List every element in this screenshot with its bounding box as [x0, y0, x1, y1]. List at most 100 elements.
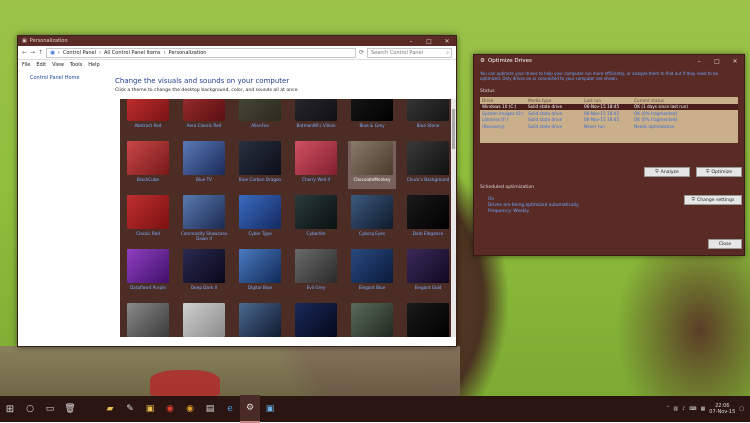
theme-item[interactable]: Hidden Waterfall: [348, 303, 396, 337]
table-row[interactable]: (Recovery) Solid state drive Never run N…: [480, 123, 738, 130]
address-input[interactable]: ▣ › Control Panel › All Control Panel It…: [46, 47, 356, 58]
edge-icon[interactable]: e: [220, 396, 240, 422]
breadcrumb-personalization[interactable]: Personalization: [169, 50, 207, 56]
theme-item[interactable]: Blue & Grey: [348, 99, 396, 135]
language-icon[interactable]: ▦: [701, 406, 706, 412]
theme-thumbnail: [183, 141, 225, 175]
theme-item[interactable]: Blue TV: [180, 141, 228, 189]
table-row[interactable]: Libraries (F:) Solid state drive 06-Nov-…: [480, 117, 738, 124]
network-icon[interactable]: ▥: [673, 406, 678, 412]
theme-thumbnail: [407, 249, 449, 283]
table-row[interactable]: Windows 10 (C:) Solid state drive 06-Nov…: [480, 103, 738, 110]
up-arrow-icon[interactable]: ↑: [38, 49, 43, 56]
theme-item[interactable]: Digital Blue: [236, 249, 284, 297]
theme-label: Cyber Type: [248, 231, 272, 236]
theme-item[interactable]: Cherry Well II: [292, 141, 340, 189]
theme-item[interactable]: Blue Carbon Dragon: [236, 141, 284, 189]
theme-label: ChocolateMonkey: [353, 177, 391, 182]
theme-item[interactable]: Dataflow4 Purple: [124, 249, 172, 297]
defrag-taskbar-icon[interactable]: ⚙: [240, 395, 260, 423]
theme-item[interactable]: Evil Grey: [292, 249, 340, 297]
menu-tools[interactable]: Tools: [70, 62, 82, 68]
theme-item[interactable]: AlienFox: [236, 99, 284, 135]
control-panel-taskbar-icon[interactable]: ▣: [260, 396, 280, 422]
breadcrumb-control-panel[interactable]: Control Panel: [63, 50, 96, 56]
analyze-button[interactable]: ⛨ Analyze: [644, 167, 690, 177]
theme-item[interactable]: Blue Stone: [404, 99, 452, 135]
chevron-up-icon[interactable]: ˄: [667, 406, 670, 412]
theme-thumbnail: [351, 249, 393, 283]
theme-thumbnail: [351, 99, 393, 121]
breadcrumb-all-items[interactable]: All Control Panel Items: [104, 50, 161, 56]
photos-icon[interactable]: ▤: [200, 396, 220, 422]
control-panel-home-link[interactable]: Control Panel Home: [30, 75, 80, 81]
od-close-x-button[interactable]: ✕: [726, 56, 744, 66]
search-input[interactable]: Search Control Panel ⌕: [367, 47, 452, 58]
gallery-scrollbar[interactable]: [451, 99, 456, 337]
theme-item[interactable]: HDBlue: [292, 303, 340, 337]
optimize-drives-window: ⚙ Optimize Drives – □ ✕ You can optimize…: [473, 54, 745, 256]
keyboard-icon[interactable]: ⌨: [689, 406, 696, 412]
theme-item[interactable]: Batman90's Villain: [292, 99, 340, 135]
back-arrow-icon[interactable]: ←: [22, 49, 27, 56]
theme-item[interactable]: Cyberlite: [292, 195, 340, 243]
theme-thumbnail: [183, 195, 225, 229]
paint-icon[interactable]: ✎: [120, 396, 140, 422]
file-explorer-icon[interactable]: ▰: [100, 396, 120, 422]
theme-label: Digital Blue: [247, 285, 273, 290]
chrome-icon[interactable]: ◉: [160, 396, 180, 422]
menu-edit[interactable]: Edit: [36, 62, 46, 68]
minimize-button[interactable]: –: [402, 36, 420, 46]
theme-item[interactable]: Chuck's Background: [404, 141, 452, 189]
cortana-icon[interactable]: ○: [20, 396, 40, 422]
theme-label: Classic Red: [136, 231, 160, 236]
theme-item[interactable]: Cyborg Eyes: [348, 195, 396, 243]
page-subtitle: Click a theme to change the desktop back…: [115, 88, 299, 93]
theme-item[interactable]: Halo Reach Art Inspiration: [236, 303, 284, 337]
menu-view[interactable]: View: [52, 62, 64, 68]
theme-item[interactable]: High Contrast Gold: [404, 303, 452, 337]
theme-item[interactable]: Classic Red: [124, 195, 172, 243]
table-row[interactable]: System Images (D:) Solid state drive 06-…: [480, 110, 738, 117]
theme-item[interactable]: Deep Dark II: [180, 249, 228, 297]
theme-label: Elegant Blue: [358, 285, 386, 290]
theme-label: Blue Carbon Dragon: [238, 177, 282, 182]
theme-item[interactable]: greyball: [124, 303, 172, 337]
theme-item[interactable]: ChocolateMonkey: [348, 141, 396, 189]
clock[interactable]: 22:06 07-Nov-15: [709, 403, 735, 415]
od-maximize-button[interactable]: □: [708, 56, 726, 66]
od-minimize-button[interactable]: –: [690, 56, 708, 66]
change-settings-button[interactable]: ⛨ Change settings: [684, 195, 742, 205]
od-titlebar[interactable]: ⚙ Optimize Drives – □ ✕: [474, 55, 744, 67]
task-view-icon[interactable]: ▭: [40, 396, 60, 422]
start-button[interactable]: ⊞: [0, 396, 20, 422]
theme-item[interactable]: Halo Aero Lite: [180, 303, 228, 337]
theme-item[interactable]: Dark Elegance: [404, 195, 452, 243]
theme-thumbnail: [351, 303, 393, 337]
scrollbar-thumb[interactable]: [452, 109, 455, 149]
recycle-bin-icon[interactable]: 🗑: [60, 396, 80, 422]
close-button[interactable]: ✕: [438, 36, 456, 46]
close-button[interactable]: Close: [708, 239, 742, 249]
menu-file[interactable]: File: [22, 62, 30, 68]
window-titlebar[interactable]: ▣ Personalization – □ ✕: [18, 36, 456, 46]
chrome-canary-icon[interactable]: ◉: [180, 396, 200, 422]
maximize-button[interactable]: □: [420, 36, 438, 46]
theme-item[interactable]: Abstract Red: [124, 99, 172, 135]
theme-item[interactable]: Elegant Gold: [404, 249, 452, 297]
volume-icon[interactable]: ♪: [682, 406, 685, 412]
menu-help[interactable]: Help: [88, 62, 99, 68]
theme-item[interactable]: Aero Classic Red: [180, 99, 228, 135]
theme-thumbnail: [127, 249, 169, 283]
notifications-icon[interactable]: ▢: [739, 406, 744, 412]
theme-label: Dark Elegance: [412, 231, 444, 236]
theme-item[interactable]: Commodity Showcase Dawn II: [180, 195, 228, 243]
refresh-icon[interactable]: ⟳: [359, 49, 364, 56]
theme-item[interactable]: Cyber Type: [236, 195, 284, 243]
forward-arrow-icon[interactable]: →: [30, 49, 35, 56]
folder-icon[interactable]: ▣: [140, 396, 160, 422]
theme-item[interactable]: Elegant Blue: [348, 249, 396, 297]
optimize-button[interactable]: ⛨ Optimize: [696, 167, 742, 177]
theme-thumbnail: [183, 303, 225, 337]
theme-item[interactable]: BlackCube: [124, 141, 172, 189]
